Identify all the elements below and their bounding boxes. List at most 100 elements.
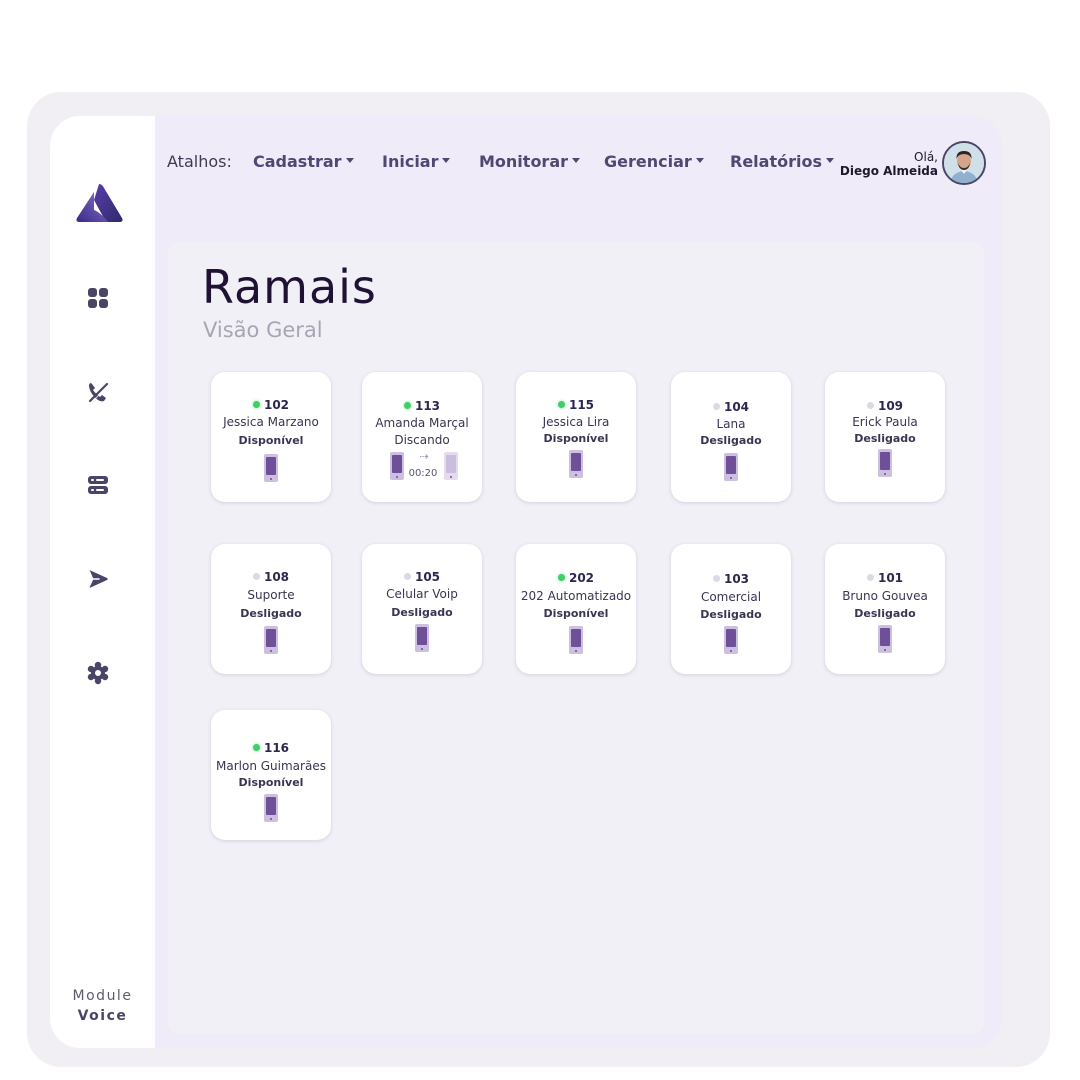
dashboard-grid-icon bbox=[86, 286, 110, 314]
status-dot-offline bbox=[712, 575, 720, 582]
greeting-text: Olá, bbox=[914, 150, 938, 164]
extension-status: Desligado bbox=[240, 607, 302, 620]
extension-name: Jessica Lira bbox=[542, 415, 610, 429]
extension-number: 115 bbox=[516, 398, 636, 412]
gear-icon bbox=[86, 661, 110, 689]
chevron-down-icon bbox=[572, 158, 581, 163]
nav-dashboard[interactable] bbox=[80, 282, 116, 318]
phone-icon bbox=[878, 625, 892, 653]
extension-number: 104 bbox=[671, 400, 791, 414]
phone-icon bbox=[569, 450, 583, 478]
chevron-down-icon bbox=[442, 158, 451, 163]
extension-name: Jessica Marzano bbox=[223, 415, 319, 429]
call-timer: 00:20 bbox=[408, 468, 438, 479]
extension-card-108[interactable]: 108 Suporte Desligado bbox=[211, 544, 331, 674]
user-name: Diego Almeida bbox=[839, 164, 938, 178]
menu-monitorar[interactable]: Monitorar bbox=[479, 152, 581, 171]
extension-status: Discando bbox=[394, 433, 450, 447]
extension-status: Desligado bbox=[854, 432, 916, 445]
extension-number: 109 bbox=[825, 399, 945, 413]
extension-card-113[interactable]: 113 Amanda Marçal Discando ⇢ 00:20 bbox=[362, 372, 482, 502]
nav-settings[interactable] bbox=[80, 657, 116, 693]
status-dot-offline bbox=[403, 573, 411, 580]
chevron-down-icon bbox=[695, 158, 704, 163]
menu-gerenciar[interactable]: Gerenciar bbox=[604, 152, 704, 171]
page-subtitle: Visão Geral bbox=[203, 318, 323, 342]
app-logo[interactable] bbox=[74, 182, 124, 224]
status-dot-online bbox=[252, 744, 260, 751]
user-avatar-image bbox=[944, 143, 984, 183]
extension-name: Erick Paula bbox=[852, 415, 918, 429]
extension-number: 116 bbox=[211, 741, 331, 755]
phone-icon bbox=[724, 453, 738, 481]
content-panel: Ramais Visão Geral 102 Jessica Marzano D… bbox=[168, 242, 984, 1034]
extension-name: Comercial bbox=[700, 590, 762, 604]
send-icon bbox=[86, 567, 110, 595]
menu-iniciar[interactable]: Iniciar bbox=[382, 152, 451, 171]
nav-servers[interactable] bbox=[80, 469, 116, 505]
chevron-down-icon bbox=[345, 158, 354, 163]
phone-off-icon bbox=[86, 380, 110, 408]
extension-status: Desligado bbox=[700, 608, 762, 621]
nav-calls[interactable] bbox=[80, 376, 116, 412]
menu-label: Cadastrar bbox=[253, 152, 342, 171]
extension-status: Disponível bbox=[238, 776, 304, 789]
extension-number: 108 bbox=[211, 570, 331, 584]
phone-icon bbox=[444, 452, 458, 480]
module-caption: Module bbox=[72, 988, 133, 1004]
extension-name: Lana bbox=[716, 417, 746, 431]
status-dot-online bbox=[403, 402, 411, 409]
extension-status: Desligado bbox=[391, 606, 453, 619]
extension-name: Celular Voip bbox=[386, 587, 458, 601]
phone-icon bbox=[264, 794, 278, 822]
nav-send[interactable] bbox=[80, 563, 116, 599]
sidebar: Module Voice bbox=[50, 116, 155, 1048]
top-bar: Atalhos: Cadastrar Iniciar Monitorar Ger… bbox=[167, 141, 1002, 185]
arrow-right-icon: ⇢ bbox=[419, 450, 429, 463]
status-dot-offline bbox=[866, 574, 874, 581]
phone-icon bbox=[264, 626, 278, 654]
status-dot-offline bbox=[252, 573, 260, 580]
extension-status: Disponível bbox=[543, 432, 609, 445]
extension-name: Suporte bbox=[247, 588, 295, 602]
extension-card-116[interactable]: 116 Marlon Guimarães Disponível bbox=[211, 710, 331, 840]
extension-number: 102 bbox=[211, 398, 331, 412]
extension-card-103[interactable]: 103 Comercial Desligado bbox=[671, 544, 791, 674]
avatar[interactable] bbox=[942, 141, 986, 185]
extension-card-109[interactable]: 109 Erick Paula Desligado bbox=[825, 372, 945, 502]
extension-number: 103 bbox=[671, 572, 791, 586]
chevron-down-icon bbox=[825, 158, 834, 163]
extension-card-105[interactable]: 105 Celular Voip Desligado bbox=[362, 544, 482, 674]
phone-icon bbox=[569, 626, 583, 654]
extension-number: 105 bbox=[362, 570, 482, 584]
extension-status: Disponível bbox=[543, 607, 609, 620]
phone-icon bbox=[724, 626, 738, 654]
menu-label: Monitorar bbox=[479, 152, 569, 171]
menu-cadastrar[interactable]: Cadastrar bbox=[253, 152, 354, 171]
extension-name: Bruno Gouvea bbox=[842, 589, 928, 603]
extension-card-104[interactable]: 104 Lana Desligado bbox=[671, 372, 791, 502]
extension-status: Desligado bbox=[854, 607, 916, 620]
module-label: Module Voice bbox=[50, 986, 155, 1026]
extension-card-101[interactable]: 101 Bruno Gouvea Desligado bbox=[825, 544, 945, 674]
extension-card-115[interactable]: 115 Jessica Lira Disponível bbox=[516, 372, 636, 502]
status-dot-online bbox=[557, 574, 565, 581]
menu-relatorios[interactable]: Relatórios bbox=[730, 152, 834, 171]
extension-card-202[interactable]: 202 202 Automatizado Disponível bbox=[516, 544, 636, 674]
page-title: Ramais bbox=[202, 260, 377, 314]
user-greeting: Olá, Diego Almeida bbox=[840, 150, 938, 178]
extension-status: Desligado bbox=[700, 434, 762, 447]
menu-label: Relatórios bbox=[730, 152, 822, 171]
status-dot-online bbox=[557, 401, 565, 408]
phone-icon bbox=[415, 624, 429, 652]
status-dot-offline bbox=[712, 403, 720, 410]
server-list-icon bbox=[86, 473, 110, 501]
extension-card-102[interactable]: 102 Jessica Marzano Disponível bbox=[211, 372, 331, 502]
status-dot-offline bbox=[866, 402, 874, 409]
phone-icon bbox=[390, 452, 404, 480]
phone-icon bbox=[264, 454, 278, 482]
extension-number: 202 bbox=[516, 571, 636, 585]
extension-name: Amanda Marçal bbox=[375, 416, 469, 430]
menu-label: Iniciar bbox=[382, 152, 439, 171]
menu-label: Gerenciar bbox=[604, 152, 692, 171]
